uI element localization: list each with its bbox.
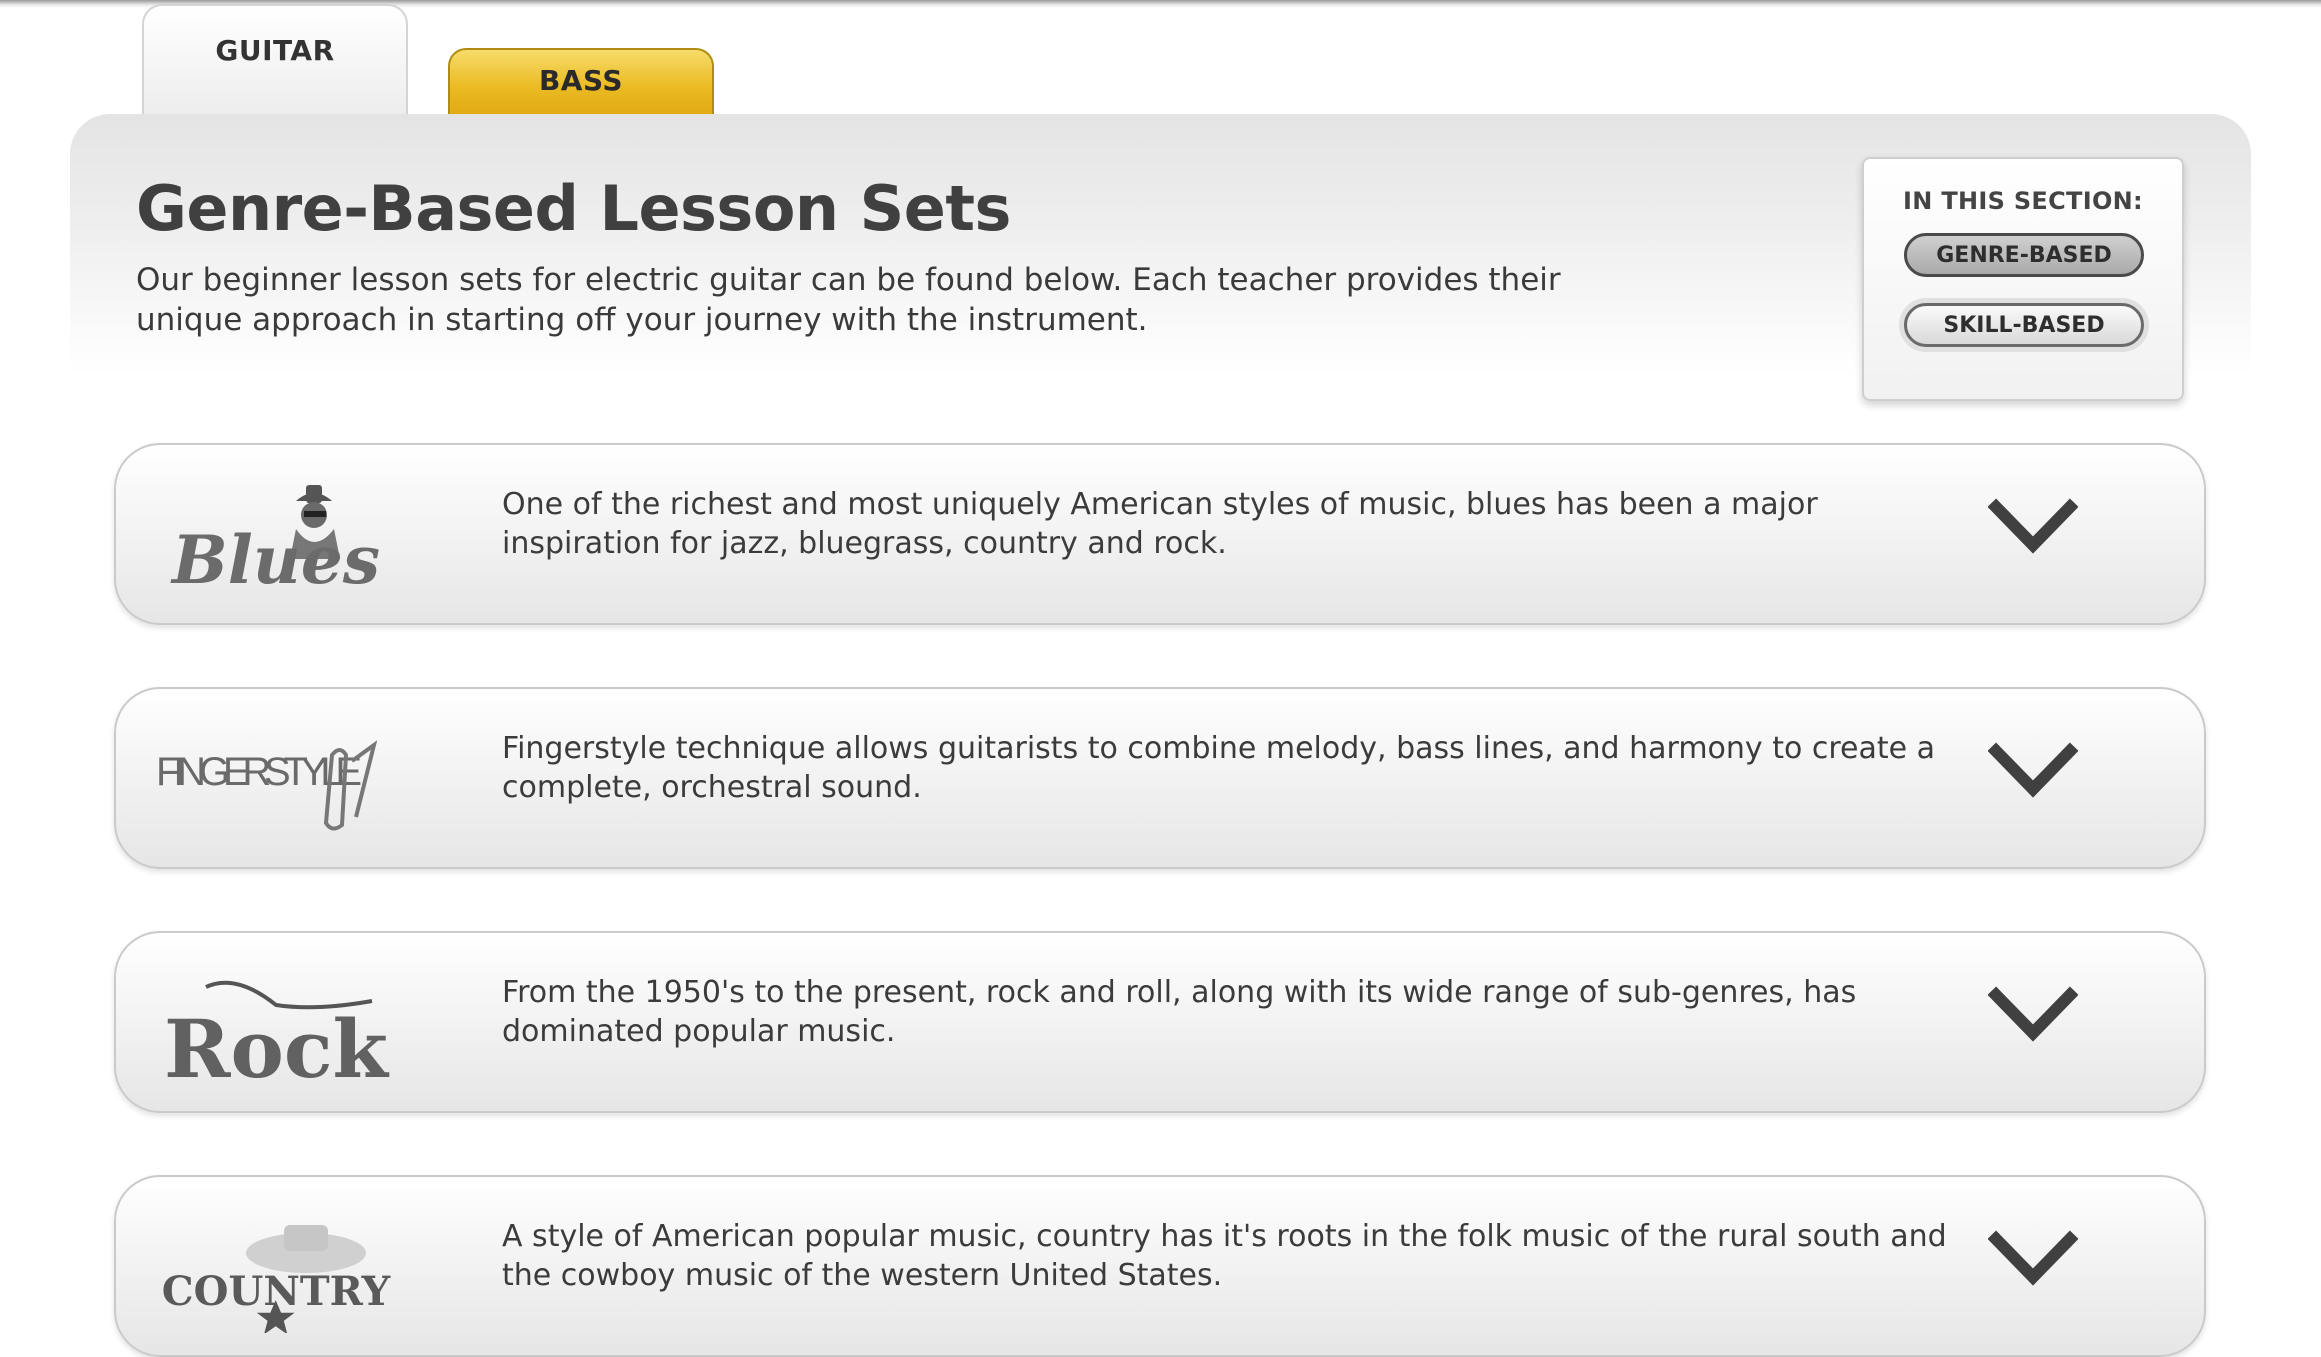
tab-guitar[interactable]: GUITAR (142, 4, 408, 120)
in-this-section-label: IN THIS SECTION: (1903, 187, 2143, 215)
blues-logo-text: Blues (170, 521, 380, 599)
rock-description: From the 1950's to the present, rock and… (502, 975, 1857, 1049)
in-this-section-box: IN THIS SECTION: GENRE-BASED SKILL-BASED (1862, 157, 2184, 401)
fingerstyle-description: Fingerstyle technique allows guitarists … (502, 731, 1936, 805)
country-description: A style of American popular music, count… (502, 1219, 1947, 1293)
genre-based-button[interactable]: GENRE-BASED (1904, 233, 2144, 277)
blues-logo: Blues (170, 485, 380, 599)
rock-logo-text: Rock (164, 1002, 390, 1089)
tab-bass[interactable]: BASS (448, 48, 714, 116)
chevron-down-icon[interactable] (1988, 497, 2078, 561)
blues-description: One of the richest and most uniquely Ame… (502, 487, 1818, 561)
page-title: Genre-Based Lesson Sets (136, 172, 1011, 245)
fingerstyle-logo: FINGERSTYLE (156, 740, 378, 831)
rock-logo: Rock (164, 980, 390, 1089)
chevron-down-icon[interactable] (1988, 1229, 2078, 1293)
genre-card-blues[interactable]: Blues One of the richest and most unique… (114, 443, 2206, 625)
tab-guitar-label: GUITAR (215, 34, 335, 67)
tab-bass-label: BASS (538, 64, 624, 97)
chevron-down-icon[interactable] (1988, 985, 2078, 1049)
country-logo: COUNTRY (162, 1225, 391, 1333)
genre-card-country[interactable]: COUNTRY A style of American popular musi… (114, 1175, 2206, 1357)
chevron-down-icon[interactable] (1988, 741, 2078, 805)
genre-card-rock[interactable]: Rock From the 1950's to the present, roc… (114, 931, 2206, 1113)
genre-card-fingerstyle[interactable]: FINGERSTYLE Fingerstyle technique allows… (114, 687, 2206, 869)
page-description: Our beginner lesson sets for electric gu… (136, 262, 1561, 338)
skill-based-button[interactable]: SKILL-BASED (1904, 303, 2144, 347)
